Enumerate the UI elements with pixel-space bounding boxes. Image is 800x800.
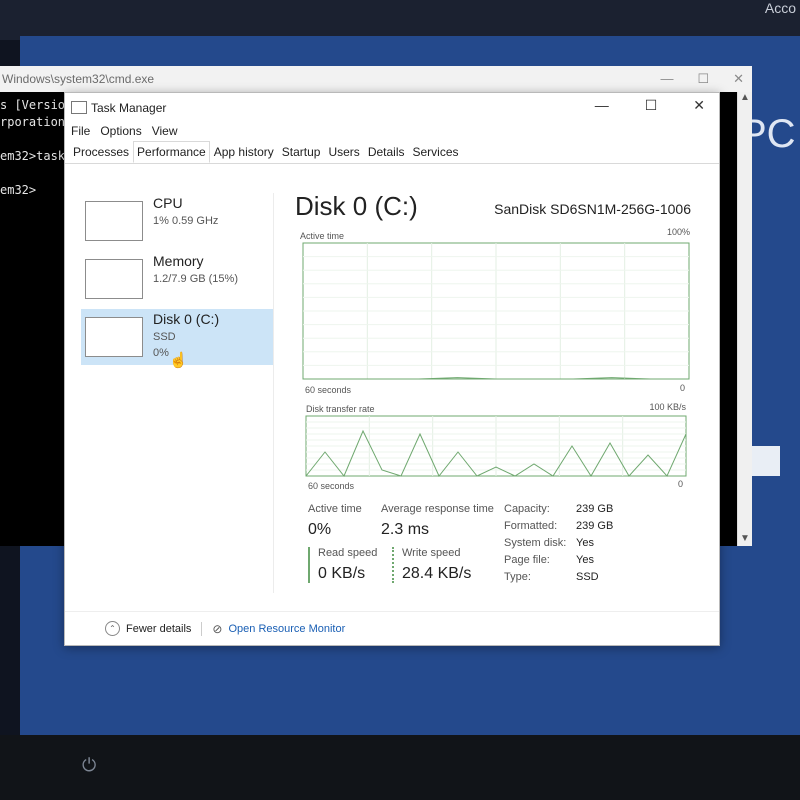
fewer-details-button[interactable]: ⌃ Fewer details [105, 621, 191, 636]
disk-properties: Capacity: 239 GB Formatted: 239 GB System … [504, 503, 613, 588]
task-manager-window[interactable]: Task Manager — ☐ ✕ File Options View Pro… [64, 92, 720, 646]
property-row: Formatted: 239 GB [504, 520, 613, 537]
chart2-label: Disk transfer rate [306, 404, 375, 414]
property-value: SSD [576, 571, 599, 583]
resource-monitor-label: Open Resource Monitor [228, 622, 346, 635]
desktop-bottom [0, 735, 800, 800]
property-key: Formatted: [504, 520, 558, 532]
chart2-min: 0 [678, 479, 683, 489]
cmd-title: Windows\system32\cmd.exe [2, 72, 155, 86]
write-speed-label: Write speed [402, 547, 461, 559]
property-key: Page file: [504, 554, 550, 566]
footer-divider [201, 621, 203, 636]
resource-monitor-icon: ⊘ [212, 621, 223, 636]
chevron-up-icon: ⌃ [105, 621, 120, 636]
avg-response-label: Average response time [381, 503, 494, 515]
write-speed-stat: Write speed 28.4 KB/s [392, 547, 471, 583]
chart2-xlabel: 60 seconds [308, 481, 355, 491]
cmd-title-bar[interactable]: Windows\system32\cmd.exe — ☐ ✕ [0, 66, 752, 92]
close-button[interactable]: ✕ [733, 66, 744, 92]
chart1-label: Active time [300, 231, 344, 241]
property-value: Yes [576, 537, 594, 549]
active-time-value: 0% [308, 521, 332, 538]
active-time-label: Active time [308, 503, 362, 515]
property-key: Capacity: [504, 503, 550, 515]
property-row: System disk: Yes [504, 537, 613, 554]
read-speed-value: 0 KB/s [318, 565, 366, 582]
power-icon[interactable]: ⏻ [82, 755, 96, 776]
chart1-xlabel: 60 seconds [305, 385, 352, 395]
property-row: Type: SSD [504, 571, 613, 588]
property-value: Yes [576, 554, 594, 566]
active-time-stat: Active time 0% [308, 503, 362, 539]
avg-response-value: 2.3 ms [381, 521, 430, 538]
cmd-scrollbar[interactable]: ▲ ▼ [737, 92, 752, 546]
property-row: Capacity: 239 GB [504, 503, 613, 520]
scroll-down-icon[interactable]: ▼ [738, 533, 752, 544]
avg-response-stat: Average response time 2.3 ms [381, 503, 494, 539]
tm-footer: ⌃ Fewer details ⊘ Open Resource Monitor [65, 611, 719, 645]
property-key: Type: [504, 571, 531, 583]
property-key: System disk: [504, 537, 567, 549]
read-speed-label: Read speed [318, 547, 378, 559]
write-speed-value: 28.4 KB/s [402, 565, 472, 582]
fewer-details-label: Fewer details [126, 622, 192, 635]
maximize-button[interactable]: ☐ [697, 66, 709, 92]
account-label: Acco [764, 0, 796, 16]
scroll-up-icon[interactable]: ▲ [738, 92, 752, 103]
chart1-min: 0 [680, 383, 685, 393]
chart2-max: 100 KB/s [649, 402, 686, 412]
read-speed-stat: Read speed 0 KB/s [308, 547, 377, 583]
minimize-button[interactable]: — [660, 66, 673, 92]
desktop-top-bar [0, 0, 800, 40]
property-value: 239 GB [576, 520, 614, 532]
property-row: Page file: Yes [504, 554, 613, 571]
property-value: 239 GB [576, 503, 614, 515]
chart1-max: 100% [667, 227, 690, 237]
open-resource-monitor-link[interactable]: ⊘ Open Resource Monitor [212, 622, 345, 636]
